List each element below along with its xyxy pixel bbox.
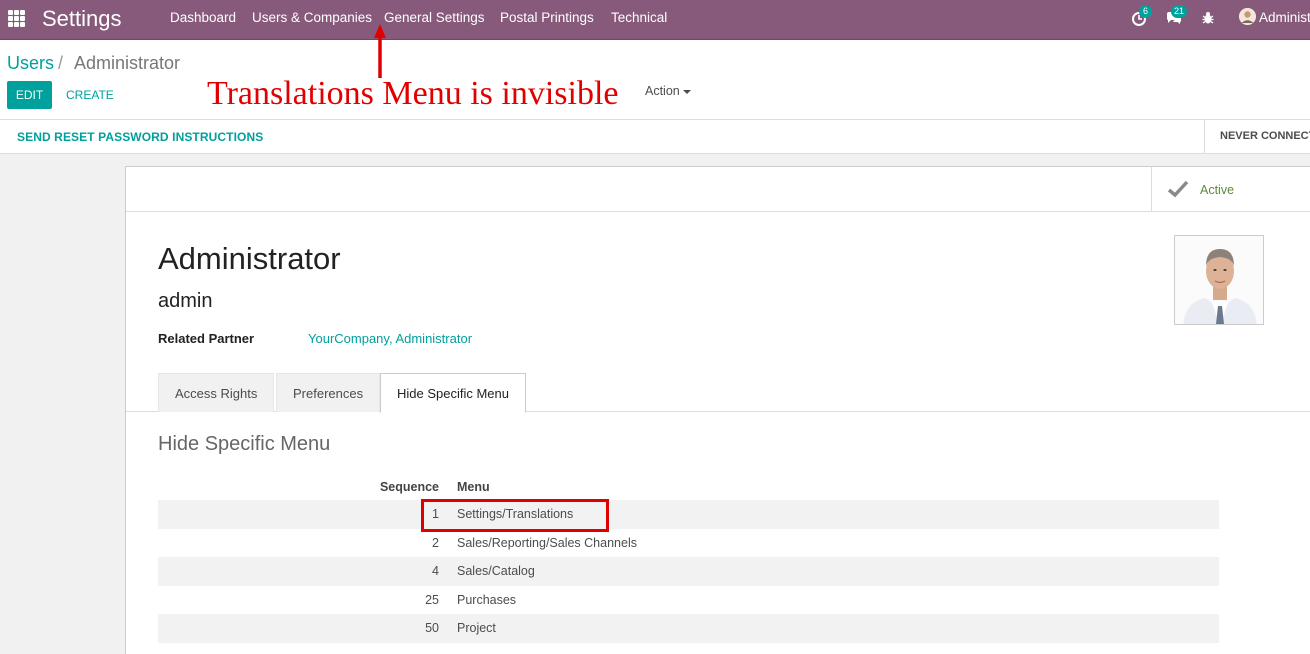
table-row[interactable]: 2 Sales/Reporting/Sales Channels bbox=[158, 529, 1219, 558]
row-menu: Project bbox=[457, 621, 496, 636]
user-login: admin bbox=[158, 290, 213, 312]
user-avatar-icon[interactable] bbox=[1239, 8, 1256, 25]
row-sequence: 4 bbox=[432, 564, 439, 579]
row-sequence: 50 bbox=[425, 621, 439, 636]
related-partner-link[interactable]: YourCompany, Administrator bbox=[308, 331, 472, 346]
edit-button[interactable]: EDIT bbox=[7, 81, 52, 109]
breadcrumb-separator: / bbox=[58, 53, 64, 73]
menu-postal-printings[interactable]: Postal Printings bbox=[500, 10, 594, 25]
related-partner-label: Related Partner bbox=[158, 331, 255, 346]
annotation-arrow-icon bbox=[374, 24, 386, 78]
table-header: Sequence Menu bbox=[158, 476, 1219, 500]
user-name-title: Administrator bbox=[158, 241, 341, 276]
check-icon bbox=[1167, 180, 1189, 198]
row-sequence: 2 bbox=[432, 535, 439, 550]
form-sheet: Active Administrator admin Related Partn… bbox=[125, 166, 1310, 654]
table-row[interactable]: 25 Purchases bbox=[158, 586, 1219, 615]
create-button[interactable]: CREATE bbox=[58, 81, 122, 109]
table-row[interactable]: 4 Sales/Catalog bbox=[158, 557, 1219, 586]
row-menu: Purchases bbox=[457, 592, 517, 607]
messages-count-badge: 21 bbox=[1171, 5, 1188, 18]
column-header-sequence[interactable]: Sequence bbox=[380, 480, 439, 494]
active-toggle-button[interactable]: Active bbox=[1151, 167, 1310, 211]
app-title: Settings bbox=[42, 6, 122, 31]
menu-dashboard[interactable]: Dashboard bbox=[170, 10, 236, 25]
send-reset-password-button[interactable]: SEND RESET PASSWORD INSTRUCTIONS bbox=[17, 130, 263, 144]
row-menu: Sales/Reporting/Sales Channels bbox=[457, 535, 637, 550]
control-panel: Users / Administrator EDIT CREATE Action bbox=[0, 40, 1310, 120]
action-dropdown-label: Action bbox=[645, 84, 680, 98]
activity-count-badge: 6 bbox=[1139, 5, 1152, 18]
smart-button-box: Active bbox=[126, 167, 1310, 212]
annotation-text: Translations Menu is invisible bbox=[207, 75, 619, 112]
apps-grid-icon[interactable] bbox=[8, 10, 25, 27]
tab-hide-specific-menu[interactable]: Hide Specific Menu bbox=[380, 373, 526, 413]
column-header-menu[interactable]: Menu bbox=[457, 480, 490, 494]
caret-down-icon bbox=[682, 89, 691, 94]
top-navbar: Settings Dashboard Users & Companies Gen… bbox=[0, 0, 1310, 40]
current-user-name[interactable]: Administrator bbox=[1259, 10, 1310, 25]
action-dropdown[interactable]: Action bbox=[645, 84, 691, 98]
breadcrumb-current: Administrator bbox=[74, 53, 181, 73]
status-bar: SEND RESET PASSWORD INSTRUCTIONS NEVER C… bbox=[0, 120, 1310, 154]
user-photo-image bbox=[1175, 236, 1263, 324]
table-row[interactable]: 1 Settings/Translations bbox=[158, 500, 1219, 529]
menu-general-settings[interactable]: General Settings bbox=[384, 10, 485, 25]
statusbar-divider bbox=[1204, 120, 1205, 153]
row-sequence: 25 bbox=[425, 592, 439, 607]
menu-technical[interactable]: Technical bbox=[611, 10, 667, 25]
bug-icon[interactable] bbox=[1199, 9, 1217, 27]
breadcrumb-users[interactable]: Users bbox=[7, 53, 54, 74]
annotation-highlight-box bbox=[421, 499, 609, 532]
active-label: Active bbox=[1200, 183, 1235, 197]
table-row[interactable]: 50 Project bbox=[158, 614, 1219, 643]
tab-preferences[interactable]: Preferences bbox=[276, 373, 381, 412]
tab-access-rights[interactable]: Access Rights bbox=[158, 373, 275, 412]
section-title: Hide Specific Menu bbox=[158, 433, 331, 455]
hidden-menu-table: Sequence Menu 1 Settings/Translations 2 … bbox=[158, 476, 1219, 643]
row-menu: Sales/Catalog bbox=[457, 564, 535, 579]
status-never-connected[interactable]: NEVER CONNECTED bbox=[1220, 130, 1310, 142]
user-photo[interactable] bbox=[1174, 235, 1264, 325]
menu-users-companies[interactable]: Users & Companies bbox=[252, 10, 372, 25]
